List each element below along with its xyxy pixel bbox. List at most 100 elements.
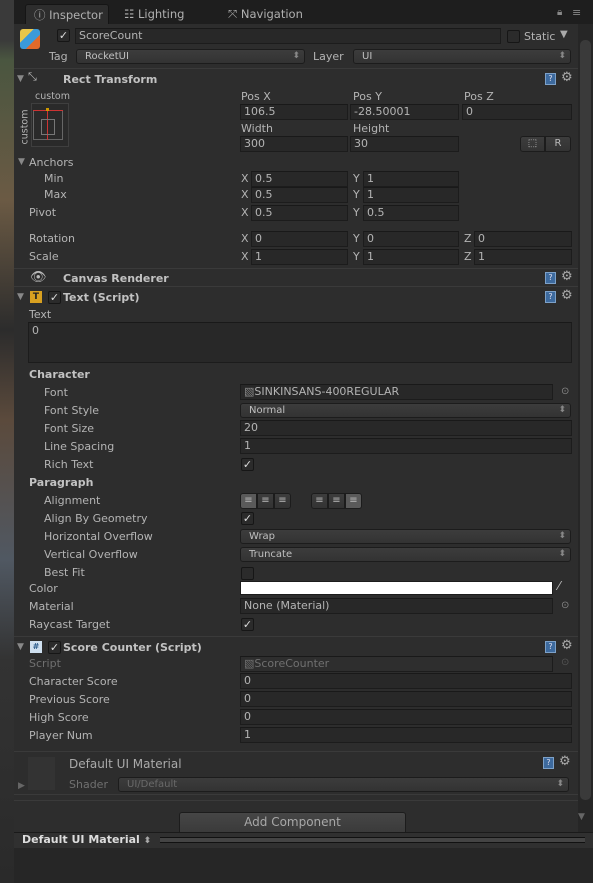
name-field[interactable]: ScoreCount — [75, 28, 501, 44]
dropdown-arrows-icon: ⬍ — [143, 836, 152, 846]
font-style-dropdown[interactable]: Normal — [240, 403, 571, 418]
help-icon[interactable]: ? — [545, 641, 556, 653]
anchor-min-x-field[interactable]: 0.5 — [251, 171, 348, 187]
material-field[interactable]: None (Material) — [240, 598, 553, 614]
raw-edit-button[interactable]: R — [545, 136, 571, 152]
character-score-field[interactable]: 0 — [240, 673, 572, 689]
player-num-field[interactable]: 1 — [240, 727, 572, 743]
player-num-label: Player Num — [29, 729, 93, 742]
gear-icon[interactable]: ⚙ — [561, 638, 573, 653]
gear-icon[interactable]: ⚙ — [559, 754, 571, 769]
align-top-button[interactable]: ≡ — [311, 493, 328, 509]
help-icon[interactable]: ? — [545, 291, 556, 303]
menu-icon[interactable]: ≡ — [572, 6, 581, 19]
anchor-min-y-field[interactable]: 1 — [363, 171, 459, 187]
align-by-geometry-checkbox[interactable]: ✓ — [241, 512, 254, 525]
static-label: Static — [524, 30, 556, 43]
align-right-button[interactable]: ≡ — [274, 493, 291, 509]
paragraph-section-label: Paragraph — [29, 476, 94, 489]
blueprint-mode-button[interactable]: ⬚ — [520, 136, 545, 152]
best-fit-checkbox[interactable] — [241, 567, 254, 580]
static-checkbox[interactable] — [507, 30, 520, 43]
help-icon[interactable]: ? — [545, 272, 556, 284]
rotation-y-field[interactable]: 0 — [363, 231, 459, 247]
gear-icon[interactable]: ⚙ — [561, 288, 573, 303]
tab-navigation[interactable]: ⤧ Navigation — [220, 4, 320, 24]
component-title[interactable]: Canvas Renderer — [63, 272, 169, 286]
preview-resize-handle[interactable] — [160, 837, 585, 843]
raycast-target-checkbox[interactable]: ✓ — [241, 618, 254, 631]
help-icon[interactable]: ? — [545, 73, 556, 85]
script-field: ▧ScoreCounter — [240, 656, 553, 672]
expand-arrow-icon[interactable]: ▶ — [18, 781, 25, 791]
component-enabled-checkbox[interactable]: ✓ — [48, 291, 61, 304]
help-icon[interactable]: ? — [543, 757, 554, 769]
add-component-button[interactable]: Add Component — [179, 812, 406, 833]
pos-x-field[interactable]: 106.5 — [240, 104, 348, 120]
foldout-arrow-icon[interactable]: ▼ — [17, 74, 24, 84]
tag-dropdown[interactable]: RocketUI — [76, 49, 305, 64]
align-bottom-button[interactable]: ≡ — [345, 493, 362, 509]
pos-z-field[interactable]: 0 — [462, 104, 572, 120]
material-title: Default UI Material — [69, 757, 182, 771]
script-asset-icon: ▧ — [244, 657, 255, 670]
anchors-foldout-icon[interactable]: ▼ — [18, 157, 25, 167]
pivot-x-field[interactable]: 0.5 — [251, 205, 348, 221]
height-field[interactable]: 30 — [350, 136, 459, 152]
previous-score-field[interactable]: 0 — [240, 691, 572, 707]
component-title[interactable]: Rect Transform — [63, 73, 157, 87]
z-label: Z — [464, 232, 472, 245]
gear-icon[interactable]: ⚙ — [561, 70, 573, 85]
anchor-presets-button[interactable] — [31, 103, 69, 147]
scale-x-field[interactable]: 1 — [251, 249, 348, 265]
anchor-max-x-field[interactable]: 0.5 — [251, 187, 348, 203]
static-dropdown-icon[interactable]: ▼ — [560, 29, 568, 40]
rotation-x-field[interactable]: 0 — [251, 231, 348, 247]
tab-inspector[interactable]: ⓘ Inspector — [25, 4, 109, 24]
scale-y-field[interactable]: 1 — [363, 249, 459, 265]
lock-icon[interactable]: 🔒︎ — [557, 7, 562, 18]
anchors-label[interactable]: Anchors — [29, 156, 74, 170]
eyedropper-icon[interactable]: ⁄ — [558, 579, 560, 593]
foldout-arrow-icon[interactable]: ▼ — [17, 642, 24, 652]
font-size-field[interactable]: 20 — [240, 420, 572, 436]
active-checkbox[interactable]: ✓ — [57, 29, 70, 42]
horizontal-overflow-label: Horizontal Overflow — [44, 530, 153, 543]
gear-icon[interactable]: ⚙ — [561, 269, 573, 284]
divider — [14, 636, 578, 637]
line-spacing-field[interactable]: 1 — [240, 438, 572, 454]
component-title[interactable]: Score Counter (Script) — [63, 641, 202, 655]
layer-dropdown[interactable]: UI — [353, 49, 571, 64]
vertical-overflow-dropdown[interactable]: Truncate — [240, 547, 571, 562]
material-preview-thumbnail — [28, 757, 55, 790]
object-picker-icon[interactable]: ⊙ — [561, 600, 569, 611]
y-label: Y — [353, 250, 360, 263]
object-picker-icon[interactable]: ⊙ — [561, 386, 569, 397]
text-area[interactable]: 0 — [28, 322, 572, 363]
high-score-field[interactable]: 0 — [240, 709, 572, 725]
rich-text-checkbox[interactable]: ✓ — [241, 458, 254, 471]
align-center-button[interactable]: ≡ — [257, 493, 274, 509]
rotation-z-field[interactable]: 0 — [474, 231, 572, 247]
align-middle-button[interactable]: ≡ — [328, 493, 345, 509]
scale-z-field[interactable]: 1 — [474, 249, 572, 265]
preview-dropdown[interactable]: Default UI Material ⬍ — [22, 833, 151, 848]
anchor-max-y-field[interactable]: 1 — [363, 187, 459, 203]
horizontal-overflow-dropdown[interactable]: Wrap — [240, 529, 571, 544]
font-size-label: Font Size — [44, 422, 95, 435]
text-component-icon: T — [30, 291, 42, 303]
font-style-label: Font Style — [44, 404, 100, 417]
width-field[interactable]: 300 — [240, 136, 348, 152]
pos-y-field[interactable]: -28.50001 — [350, 104, 459, 120]
tab-lighting[interactable]: ☷ Lighting — [116, 4, 206, 24]
scroll-down-arrow-icon[interactable]: ▼ — [578, 812, 585, 822]
align-left-button[interactable]: ≡ — [240, 493, 257, 509]
pivot-y-field[interactable]: 0.5 — [363, 205, 459, 221]
color-swatch[interactable] — [240, 581, 553, 595]
foldout-arrow-icon[interactable]: ▼ — [17, 292, 24, 302]
object-picker-icon: ⊙ — [561, 657, 570, 668]
component-title[interactable]: Text (Script) — [63, 291, 140, 305]
font-field[interactable]: ▧SINKINSANS-400REGULAR — [240, 384, 553, 400]
scrollbar-thumb[interactable] — [580, 40, 591, 800]
component-enabled-checkbox[interactable]: ✓ — [48, 641, 61, 654]
